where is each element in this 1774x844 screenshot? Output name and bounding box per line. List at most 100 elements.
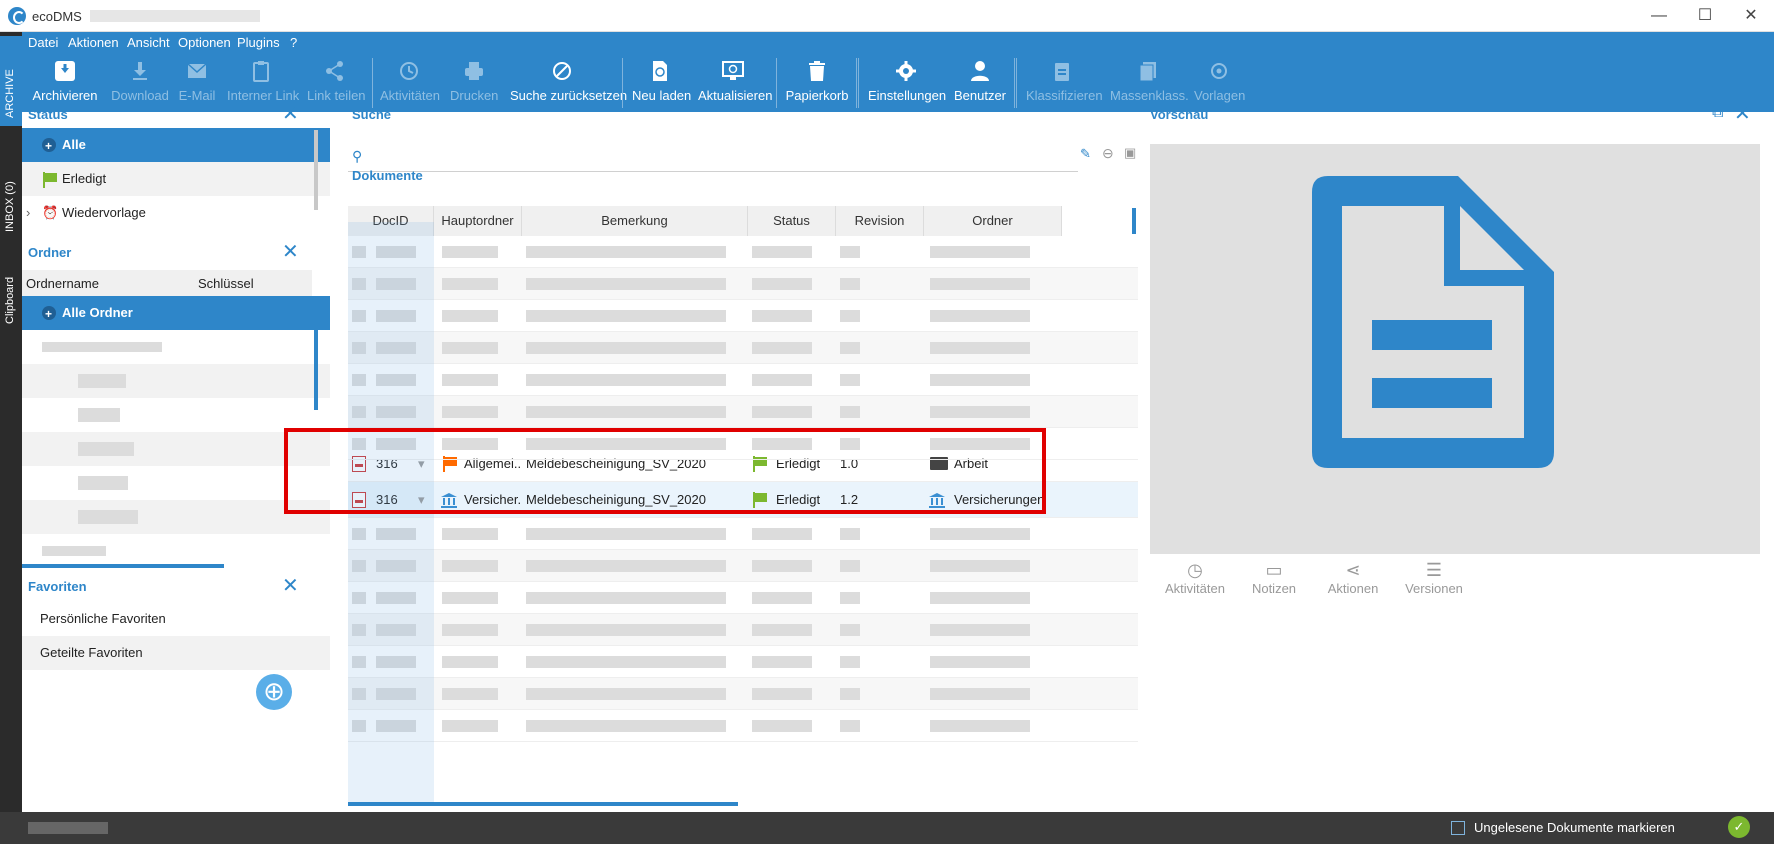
minus-circle-icon[interactable]: ⊖ — [1102, 145, 1114, 162]
table-row[interactable] — [348, 396, 1138, 428]
favoriten-panel-title: Favoriten — [28, 579, 87, 594]
papierkorb-button[interactable]: Papierkorb — [784, 54, 850, 112]
preview-notizen-button[interactable]: ▭ Notizen — [1246, 560, 1302, 596]
aktualisieren-label: Aktualisieren — [698, 88, 773, 103]
einstellungen-button[interactable]: Einstellungen — [868, 54, 946, 112]
table-row[interactable] — [348, 646, 1138, 678]
preview-aktivitaeten-button[interactable]: ◷ Aktivitäten — [1160, 560, 1230, 596]
download-button[interactable]: Download — [110, 54, 170, 112]
rail-tab-clipboard[interactable]: Clipboard — [0, 244, 22, 330]
share-icon: ⋖ — [1345, 560, 1361, 580]
col-header-ordner[interactable]: Ordner — [924, 206, 1062, 236]
external-link-icon[interactable]: ⧉ — [1712, 104, 1723, 122]
connection-status-icon[interactable]: ✓ — [1728, 816, 1750, 838]
blurred-text — [752, 720, 812, 732]
rail-tab-inbox[interactable]: INBOX (0) — [0, 140, 22, 240]
table-row[interactable] — [348, 678, 1138, 710]
ordner-scrollbar[interactable] — [314, 300, 318, 410]
table-row[interactable] — [348, 268, 1138, 300]
drucken-button[interactable]: Drucken — [450, 54, 498, 112]
blurred-text — [930, 278, 1030, 290]
vorlagen-button[interactable]: Vorlagen — [1194, 54, 1245, 112]
preview-close-icon[interactable]: ✕ — [1734, 104, 1751, 124]
ordner-item-alle[interactable]: Alle Ordner — [22, 296, 330, 331]
blurred-text — [78, 442, 134, 456]
interner-link-label: Interner Link — [227, 88, 300, 103]
alarm-clock-icon: ⏰ — [42, 205, 59, 220]
blurred-text — [526, 278, 726, 290]
status-panel-close-icon[interactable]: ✕ — [282, 104, 299, 124]
close-window-button[interactable]: ✕ — [1728, 0, 1774, 32]
col-header-bemerkung[interactable]: Bemerkung — [522, 206, 748, 236]
blurred-text — [526, 720, 726, 732]
benutzer-button[interactable]: Benutzer — [952, 54, 1008, 112]
maximize-button[interactable]: ☐ — [1682, 0, 1728, 32]
ordner-item[interactable] — [22, 364, 330, 398]
ordner-panel-close-icon[interactable]: ✕ — [282, 242, 299, 262]
ordner-item[interactable] — [22, 330, 330, 364]
col-header-hauptordner[interactable]: Hauptordner — [434, 206, 522, 236]
table-row[interactable] — [348, 614, 1138, 646]
menu-aktionen[interactable]: Aktionen — [68, 35, 119, 50]
blurred-text — [78, 374, 126, 388]
menu-ansicht[interactable]: Ansicht — [127, 35, 170, 50]
toolbar-separator — [856, 58, 859, 108]
favoriten-item-geteilt[interactable]: Geteilte Favoriten — [22, 636, 330, 670]
massenklass-button[interactable]: Massenklass. — [1110, 54, 1189, 112]
status-item-wiedervorlage[interactable]: › ⏰ Wiedervorlage — [22, 196, 330, 230]
table-row[interactable] — [348, 710, 1138, 742]
table-row[interactable] — [348, 300, 1138, 332]
status-scrollbar[interactable] — [314, 130, 318, 210]
status-item-alle[interactable]: Alle — [22, 128, 330, 163]
col-header-status[interactable]: Status — [748, 206, 836, 236]
ordner-hscrollbar[interactable] — [22, 564, 224, 568]
table-row[interactable] — [348, 236, 1138, 268]
preview-versionen-button[interactable]: ☰ Versionen — [1402, 560, 1466, 596]
table-row[interactable] — [348, 550, 1138, 582]
menu-optionen[interactable]: Optionen — [178, 35, 231, 50]
table-row[interactable] — [348, 582, 1138, 614]
blurred-text — [526, 624, 726, 636]
refresh-monitor-icon — [721, 60, 745, 82]
crosshair-icon — [1207, 60, 1231, 82]
preview-aktionen-button[interactable]: ⋖ Aktionen — [1322, 560, 1384, 596]
blurred-text — [442, 720, 498, 732]
menu-datei[interactable]: Datei — [28, 35, 58, 50]
favoriten-item-persoenlich[interactable]: Persönliche Favoriten — [22, 602, 330, 636]
link-teilen-button[interactable]: Link teilen — [307, 54, 366, 112]
email-button[interactable]: E-Mail — [177, 54, 217, 112]
minimize-button[interactable]: — — [1636, 0, 1682, 32]
favoriten-panel-close-icon[interactable]: ✕ — [282, 576, 299, 596]
rail-tab-archive[interactable]: ARCHIVE — [0, 36, 22, 126]
col-header-revision[interactable]: Revision — [836, 206, 924, 236]
edit-pencil-icon[interactable]: ✎ — [1080, 146, 1091, 162]
ordner-col-name[interactable]: Ordnername — [26, 276, 99, 291]
table-row[interactable] — [348, 518, 1138, 550]
blurred-text — [930, 688, 1030, 700]
aktivitaeten-button[interactable]: Aktivitäten — [380, 54, 440, 112]
ordner-item[interactable] — [22, 398, 330, 432]
save-icon[interactable]: ▣ — [1124, 145, 1136, 161]
menu-plugins[interactable]: Plugins — [237, 35, 280, 50]
aktualisieren-button[interactable]: Aktualisieren — [698, 54, 773, 112]
status-item-wiedervorlage-label: Wiedervorlage — [62, 205, 146, 220]
klassifizieren-button[interactable]: Klassifizieren — [1026, 54, 1103, 112]
grid-vscrollbar[interactable] — [1132, 208, 1136, 234]
table-row[interactable] — [348, 332, 1138, 364]
menu-help[interactable]: ? — [290, 35, 297, 50]
archivieren-button[interactable]: Archivieren — [30, 54, 100, 112]
ordner-col-key[interactable]: Schlüssel — [198, 276, 254, 291]
mass-classify-icon — [1136, 60, 1160, 82]
unread-checkbox[interactable] — [1451, 821, 1465, 835]
grid-hscrollbar[interactable] — [348, 802, 738, 806]
search-input[interactable]: ⚲ — [348, 142, 1078, 172]
benutzer-label: Benutzer — [953, 88, 1007, 103]
document-icon — [1312, 176, 1554, 468]
status-item-erledigt[interactable]: Erledigt — [22, 162, 330, 196]
suche-zuruecksetzen-button[interactable]: Suche zurücksetzen — [510, 54, 627, 112]
table-row[interactable] — [348, 364, 1138, 396]
neu-laden-button[interactable]: Neu laden — [632, 54, 691, 112]
ordner-item[interactable] — [22, 534, 330, 568]
add-favorite-button[interactable]: ⊕ — [256, 674, 292, 710]
rail-tab-inbox-label: INBOX (0) — [4, 181, 16, 232]
